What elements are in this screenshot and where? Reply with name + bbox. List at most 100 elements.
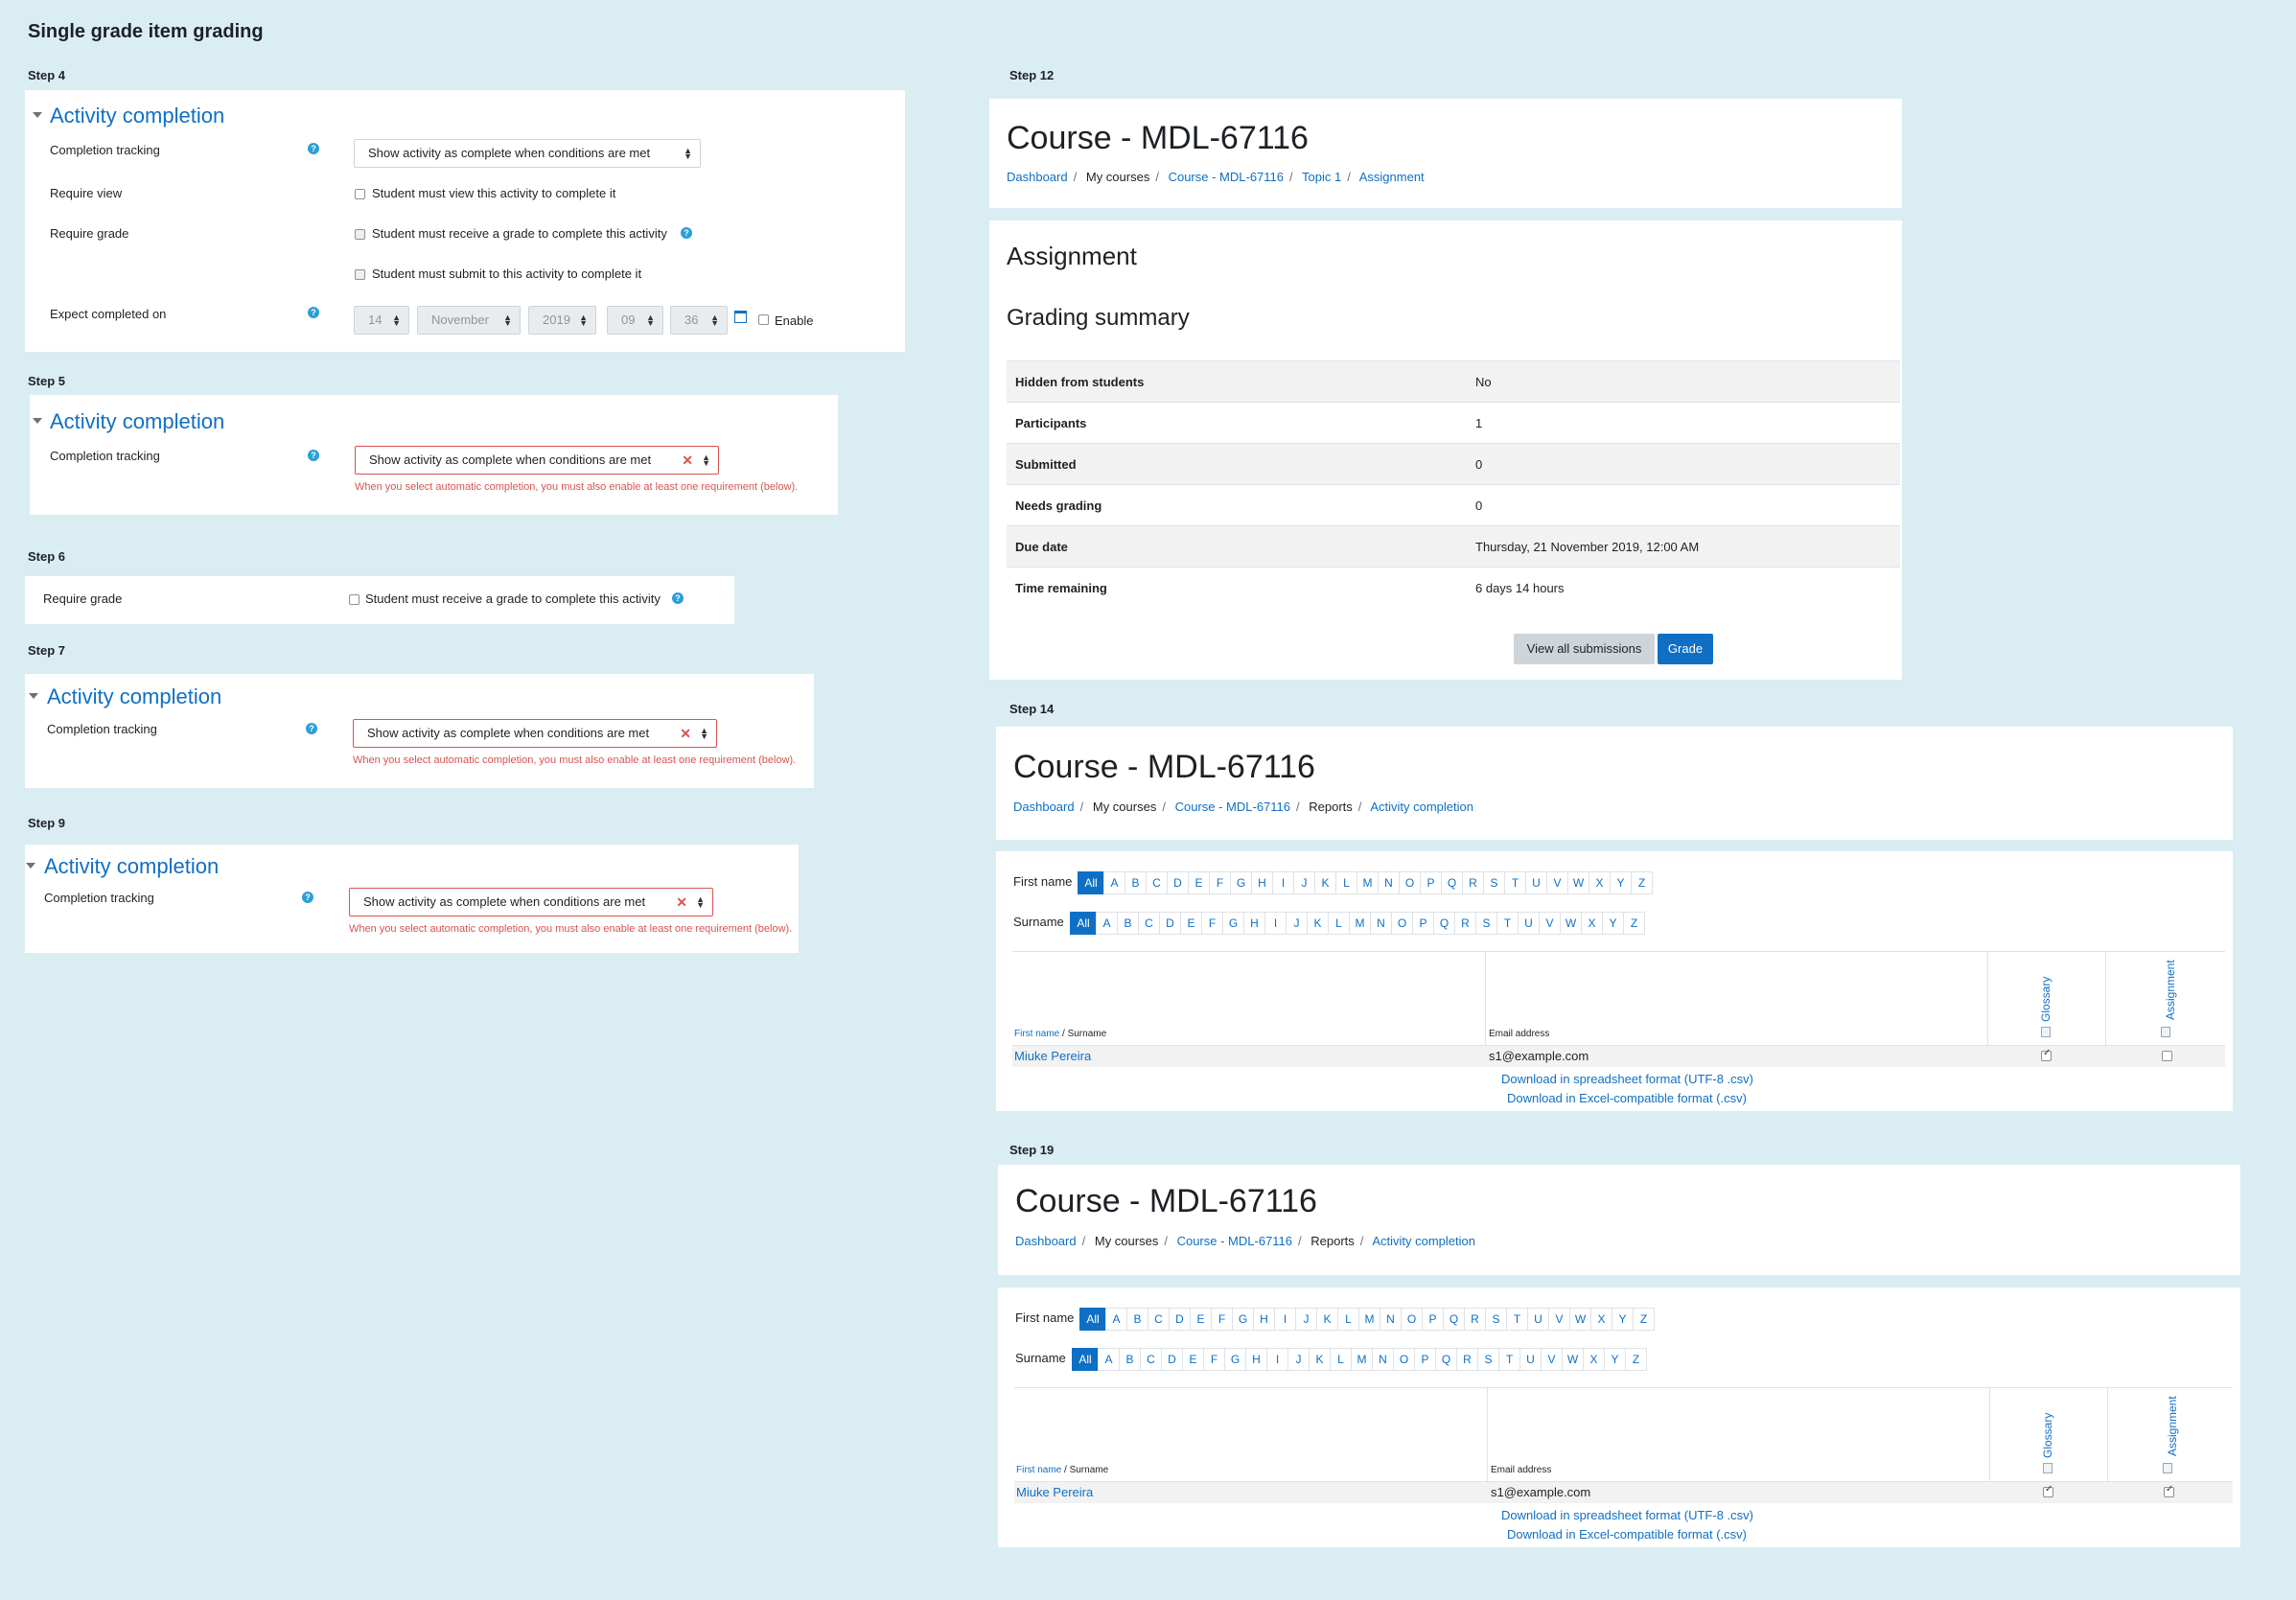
- filter-letter-r[interactable]: R: [1456, 1348, 1478, 1371]
- filter-letter-o[interactable]: O: [1401, 1308, 1423, 1331]
- breadcrumb-assignment[interactable]: Assignment: [1359, 170, 1425, 184]
- filter-letter-x[interactable]: X: [1581, 912, 1603, 935]
- filter-letter-w[interactable]: W: [1567, 871, 1589, 894]
- breadcrumb-dashboard[interactable]: Dashboard: [1007, 170, 1068, 184]
- collapse-icon[interactable]: [33, 112, 42, 118]
- column-header-assignment[interactable]: Assignment: [2164, 960, 2177, 1020]
- filter-letter-b[interactable]: B: [1119, 1348, 1141, 1371]
- filter-letter-r[interactable]: R: [1454, 912, 1476, 935]
- completion-tracking-select[interactable]: Show activity as complete when condition…: [354, 139, 701, 168]
- filter-letter-l[interactable]: L: [1330, 1348, 1352, 1371]
- filter-letter-o[interactable]: O: [1391, 912, 1413, 935]
- filter-letter-c[interactable]: C: [1140, 1348, 1162, 1371]
- require-grade-checkbox[interactable]: [355, 229, 365, 240]
- filter-letter-g[interactable]: G: [1222, 912, 1244, 935]
- filter-letter-a[interactable]: A: [1103, 871, 1125, 894]
- filter-letter-z[interactable]: Z: [1625, 1348, 1647, 1371]
- filter-letter-q[interactable]: Q: [1435, 1348, 1457, 1371]
- require-submit-checkbox[interactable]: [355, 269, 365, 280]
- sort-surname-link[interactable]: Surname: [1070, 1465, 1109, 1475]
- filter-letter-all[interactable]: All: [1070, 912, 1097, 935]
- section-heading[interactable]: Activity completion: [50, 409, 224, 434]
- filter-letter-h[interactable]: H: [1245, 1348, 1267, 1371]
- filter-letter-v[interactable]: V: [1539, 912, 1561, 935]
- filter-letter-r[interactable]: R: [1462, 871, 1484, 894]
- filter-letter-x[interactable]: X: [1589, 871, 1611, 894]
- completion-tracking-select[interactable]: Show activity as complete when condition…: [355, 446, 719, 475]
- filter-letter-d[interactable]: D: [1161, 1348, 1183, 1371]
- filter-letter-k[interactable]: K: [1316, 1308, 1338, 1331]
- calendar-icon[interactable]: [734, 311, 747, 323]
- filter-letter-m[interactable]: M: [1357, 871, 1379, 894]
- breadcrumb-reports[interactable]: Reports: [1309, 800, 1353, 814]
- filter-letter-i[interactable]: I: [1274, 1308, 1296, 1331]
- filter-letter-g[interactable]: G: [1230, 871, 1252, 894]
- filter-letter-q[interactable]: Q: [1433, 912, 1455, 935]
- breadcrumb-course[interactable]: Course - MDL-67116: [1175, 800, 1290, 814]
- filter-letter-y[interactable]: Y: [1602, 912, 1624, 935]
- filter-letter-r[interactable]: R: [1464, 1308, 1486, 1331]
- filter-letter-x[interactable]: X: [1590, 1308, 1612, 1331]
- filter-letter-f[interactable]: F: [1201, 912, 1223, 935]
- breadcrumb-dashboard[interactable]: Dashboard: [1015, 1234, 1077, 1248]
- filter-letter-w[interactable]: W: [1560, 912, 1582, 935]
- help-icon[interactable]: ?: [681, 227, 692, 239]
- filter-letter-s[interactable]: S: [1485, 1308, 1507, 1331]
- filter-letter-y[interactable]: Y: [1604, 1348, 1626, 1371]
- student-name-link[interactable]: Miuke Pereira: [1016, 1485, 1093, 1499]
- month-select[interactable]: November ▲ ▼: [417, 306, 521, 335]
- filter-letter-c[interactable]: C: [1146, 871, 1168, 894]
- filter-letter-n[interactable]: N: [1380, 1308, 1402, 1331]
- breadcrumb-reports[interactable]: Reports: [1310, 1234, 1355, 1248]
- filter-letter-q[interactable]: Q: [1443, 1308, 1465, 1331]
- minute-select[interactable]: 36 ▲ ▼: [670, 306, 728, 335]
- filter-letter-k[interactable]: K: [1314, 871, 1336, 894]
- download-excel-link[interactable]: Download in Excel-compatible format (.cs…: [1507, 1527, 1747, 1542]
- filter-letter-j[interactable]: J: [1293, 871, 1315, 894]
- filter-letter-j[interactable]: J: [1295, 1308, 1317, 1331]
- filter-letter-e[interactable]: E: [1182, 1348, 1204, 1371]
- filter-letter-w[interactable]: W: [1562, 1348, 1584, 1371]
- breadcrumb-activity-completion[interactable]: Activity completion: [1372, 1234, 1475, 1248]
- download-csv-link[interactable]: Download in spreadsheet format (UTF-8 .c…: [1501, 1072, 1753, 1086]
- filter-letter-all[interactable]: All: [1072, 1348, 1099, 1371]
- sort-first-name-link[interactable]: First name: [1016, 1465, 1061, 1475]
- filter-letter-n[interactable]: N: [1372, 1348, 1394, 1371]
- section-heading[interactable]: Activity completion: [50, 104, 224, 128]
- filter-letter-u[interactable]: U: [1519, 1348, 1542, 1371]
- filter-letter-a[interactable]: A: [1098, 1348, 1120, 1371]
- column-header-glossary[interactable]: Glossary: [2041, 1413, 2054, 1458]
- require-view-checkbox[interactable]: [355, 189, 365, 199]
- filter-letter-h[interactable]: H: [1243, 912, 1265, 935]
- filter-letter-e[interactable]: E: [1190, 1308, 1212, 1331]
- filter-letter-m[interactable]: M: [1349, 912, 1371, 935]
- filter-letter-z[interactable]: Z: [1623, 912, 1645, 935]
- filter-letter-p[interactable]: P: [1412, 912, 1434, 935]
- filter-letter-z[interactable]: Z: [1633, 1308, 1655, 1331]
- filter-letter-b[interactable]: B: [1117, 912, 1139, 935]
- filter-letter-all[interactable]: All: [1078, 871, 1104, 894]
- filter-letter-d[interactable]: D: [1167, 871, 1189, 894]
- filter-letter-q[interactable]: Q: [1441, 871, 1463, 894]
- filter-letter-c[interactable]: C: [1138, 912, 1160, 935]
- filter-letter-i[interactable]: I: [1264, 912, 1287, 935]
- filter-letter-s[interactable]: S: [1483, 871, 1505, 894]
- completion-tracking-select[interactable]: Show activity as complete when condition…: [353, 719, 717, 748]
- filter-letter-d[interactable]: D: [1169, 1308, 1191, 1331]
- section-heading[interactable]: Activity completion: [44, 854, 219, 879]
- filter-letter-t[interactable]: T: [1496, 912, 1519, 935]
- help-icon[interactable]: ?: [308, 307, 319, 318]
- glossary-completion-checkbox[interactable]: [2041, 1048, 2052, 1061]
- filter-letter-k[interactable]: K: [1307, 912, 1329, 935]
- filter-letter-v[interactable]: V: [1548, 1308, 1570, 1331]
- download-excel-link[interactable]: Download in Excel-compatible format (.cs…: [1507, 1091, 1747, 1105]
- filter-letter-s[interactable]: S: [1477, 1348, 1499, 1371]
- filter-letter-t[interactable]: T: [1498, 1348, 1520, 1371]
- filter-letter-h[interactable]: H: [1253, 1308, 1275, 1331]
- enable-checkbox[interactable]: [758, 314, 769, 325]
- filter-letter-p[interactable]: P: [1420, 871, 1442, 894]
- filter-letter-o[interactable]: O: [1393, 1348, 1415, 1371]
- collapse-icon[interactable]: [29, 693, 38, 699]
- filter-letter-a[interactable]: A: [1096, 912, 1118, 935]
- filter-letter-m[interactable]: M: [1351, 1348, 1373, 1371]
